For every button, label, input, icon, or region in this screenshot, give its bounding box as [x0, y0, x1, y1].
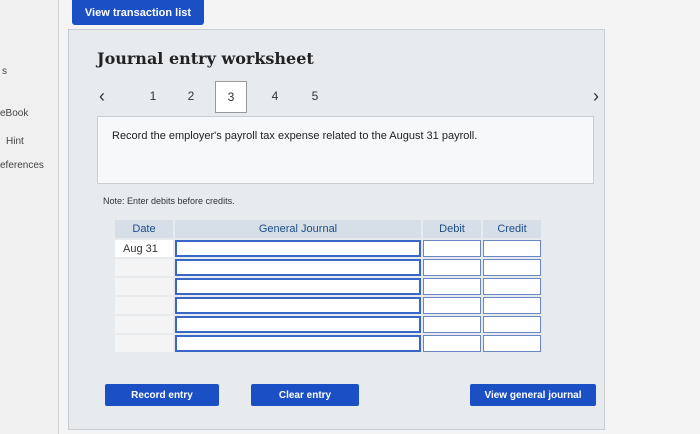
account-select[interactable] [175, 240, 421, 257]
debit-input[interactable] [423, 297, 481, 314]
step-3-active[interactable]: 3 [215, 81, 247, 113]
record-entry-button[interactable]: Record entry [105, 384, 219, 406]
credit-input[interactable] [483, 335, 541, 352]
clear-entry-button[interactable]: Clear entry [251, 384, 359, 406]
account-select[interactable] [175, 278, 421, 295]
debit-input[interactable] [423, 335, 481, 352]
date-cell [115, 316, 173, 333]
date-cell [115, 297, 173, 314]
account-select[interactable] [175, 335, 421, 352]
left-navigation: s eBook Hint eferences [0, 0, 59, 434]
debit-input[interactable] [423, 240, 481, 257]
general-journal-column-header: General Journal [175, 220, 421, 238]
step-4[interactable]: 4 [263, 85, 287, 107]
left-nav-references[interactable]: eferences [0, 160, 56, 171]
table-row [115, 278, 541, 295]
step-5[interactable]: 5 [303, 85, 327, 107]
chevron-left-icon[interactable]: ‹ [99, 86, 105, 107]
table-row [115, 297, 541, 314]
view-general-journal-button[interactable]: View general journal [470, 384, 596, 406]
table-row [115, 316, 541, 333]
debit-column-header: Debit [423, 220, 481, 238]
view-transaction-list-button[interactable]: View transaction list [72, 0, 204, 25]
credit-input[interactable] [483, 259, 541, 276]
left-nav-hint[interactable]: Hint [6, 136, 62, 147]
credit-input[interactable] [483, 278, 541, 295]
credit-column-header: Credit [483, 220, 541, 238]
step-2[interactable]: 2 [179, 85, 203, 107]
credit-input[interactable] [483, 240, 541, 257]
date-cell [115, 259, 173, 276]
date-cell [115, 278, 173, 295]
left-nav-item-top[interactable]: s [2, 66, 58, 77]
account-select[interactable] [175, 259, 421, 276]
debit-input[interactable] [423, 316, 481, 333]
left-nav-ebook[interactable]: eBook [0, 108, 56, 119]
debit-input[interactable] [423, 259, 481, 276]
table-header-row: Date General Journal Debit Credit [115, 220, 541, 238]
credit-input[interactable] [483, 297, 541, 314]
step-navigation: ‹ 1 2 3 4 5 › [97, 81, 607, 113]
date-cell [115, 335, 173, 352]
note-text: Note: Enter debits before credits. [103, 196, 235, 206]
date-column-header: Date [115, 220, 173, 238]
page-title: Journal entry worksheet [97, 49, 314, 68]
table-row [115, 335, 541, 352]
journal-entry-table: Date General Journal Debit Credit Aug 31 [113, 218, 543, 354]
credit-input[interactable] [483, 316, 541, 333]
step-1[interactable]: 1 [141, 85, 165, 107]
account-select[interactable] [175, 297, 421, 314]
date-cell[interactable]: Aug 31 [115, 240, 173, 257]
instruction-box: Record the employer's payroll tax expens… [97, 116, 594, 184]
journal-worksheet-panel: Journal entry worksheet ‹ 1 2 3 4 5 › Re… [68, 29, 605, 430]
table-row: Aug 31 [115, 240, 541, 257]
chevron-right-icon[interactable]: › [593, 86, 599, 107]
table-row [115, 259, 541, 276]
account-select[interactable] [175, 316, 421, 333]
debit-input[interactable] [423, 278, 481, 295]
